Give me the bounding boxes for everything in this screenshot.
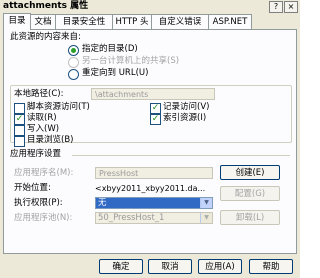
app-name-field[interactable]: PressHost (95, 167, 213, 179)
checkbox-index-resource[interactable]: ✓ (150, 114, 161, 125)
directory-browsing-label: 目录浏览(B) (27, 135, 74, 145)
tab-custom-errors[interactable]: 自定义错误 (151, 14, 209, 29)
app-settings-heading: 应用程序设置 (10, 149, 62, 159)
chevron-down-icon[interactable]: ▼ (200, 213, 212, 223)
checkbox-write[interactable] (14, 125, 25, 136)
window-title: attachments 属性 (3, 1, 89, 11)
chevron-down-icon[interactable]: ▼ (200, 198, 212, 208)
exec-perms-value: 无 (96, 198, 201, 208)
log-visits-label: 记录访问(V) (163, 102, 210, 112)
radio-local-directory-label: 指定的目录(D) (82, 44, 138, 54)
app-settings-divider (72, 155, 290, 156)
checkbox-script-source-access[interactable] (14, 103, 25, 114)
exec-perms-label: 执行权限(P): (14, 198, 63, 208)
apply-button[interactable]: 应用(A) (198, 259, 242, 274)
radio-network-share-label: 另一台计算机上的共享(S) (82, 56, 180, 66)
radio-local-directory[interactable] (68, 45, 79, 56)
tab-directory[interactable]: 目录 (3, 13, 31, 30)
checkbox-directory-browsing[interactable] (14, 136, 25, 147)
close-button[interactable]: × (284, 1, 298, 13)
checkbox-log-visits[interactable]: ✓ (150, 103, 161, 114)
write-label: 写入(W) (27, 124, 60, 134)
start-point-label: 开始位置: (14, 183, 51, 193)
tab-http-headers[interactable]: HTTP 头 (112, 14, 152, 29)
help-title-button[interactable]: ? (269, 1, 283, 13)
radio-redirect-url[interactable] (68, 69, 79, 80)
create-button[interactable]: 创建(E) (220, 165, 280, 180)
title-bar: attachments 属性 ? × (0, 0, 300, 13)
help-button[interactable]: 帮助 (249, 259, 293, 274)
read-label: 读取(R) (27, 113, 57, 123)
start-point-value: <xbyy2011_xbyy2011.da... (95, 184, 206, 193)
properties-dialog: attachments 属性 ? × 目录 文档 目录安全性 HTTP 头 自定… (0, 0, 300, 278)
tab-aspnet[interactable]: ASP.NET (208, 14, 252, 29)
unload-button[interactable]: 卸载(L) (220, 210, 280, 225)
checkbox-read[interactable]: ✓ (14, 114, 25, 125)
tab-panel: 此资源的内容来自: 指定的目录(D) 另一台计算机上的共享(S) 重定向到 UR… (3, 29, 297, 254)
radio-network-share[interactable] (68, 57, 79, 68)
ok-button[interactable]: 确定 (99, 259, 143, 274)
index-resource-label: 索引资源(I) (163, 113, 207, 123)
content-source-heading: 此资源的内容来自: (10, 32, 81, 42)
config-button[interactable]: 配置(G) (220, 186, 280, 201)
local-path-field[interactable]: \attachments (91, 88, 215, 100)
radio-redirect-url-label: 重定向到 URL(U) (82, 68, 149, 78)
cancel-button[interactable]: 取消 (148, 259, 192, 274)
exec-perms-select[interactable]: 无 ▼ (95, 197, 213, 209)
app-pool-label: 应用程序池(N): (14, 213, 73, 223)
tab-documents[interactable]: 文档 (30, 14, 56, 29)
local-path-label: 本地路径(C): (14, 89, 64, 99)
tab-directory-security[interactable]: 目录安全性 (55, 14, 113, 29)
app-name-label: 应用程序名(M): (14, 168, 74, 178)
app-pool-value: 50_PressHost_1 (98, 213, 165, 223)
script-source-access-label: 脚本资源访问(T) (27, 102, 90, 112)
app-pool-select[interactable]: 50_PressHost_1 ▼ (95, 212, 213, 224)
